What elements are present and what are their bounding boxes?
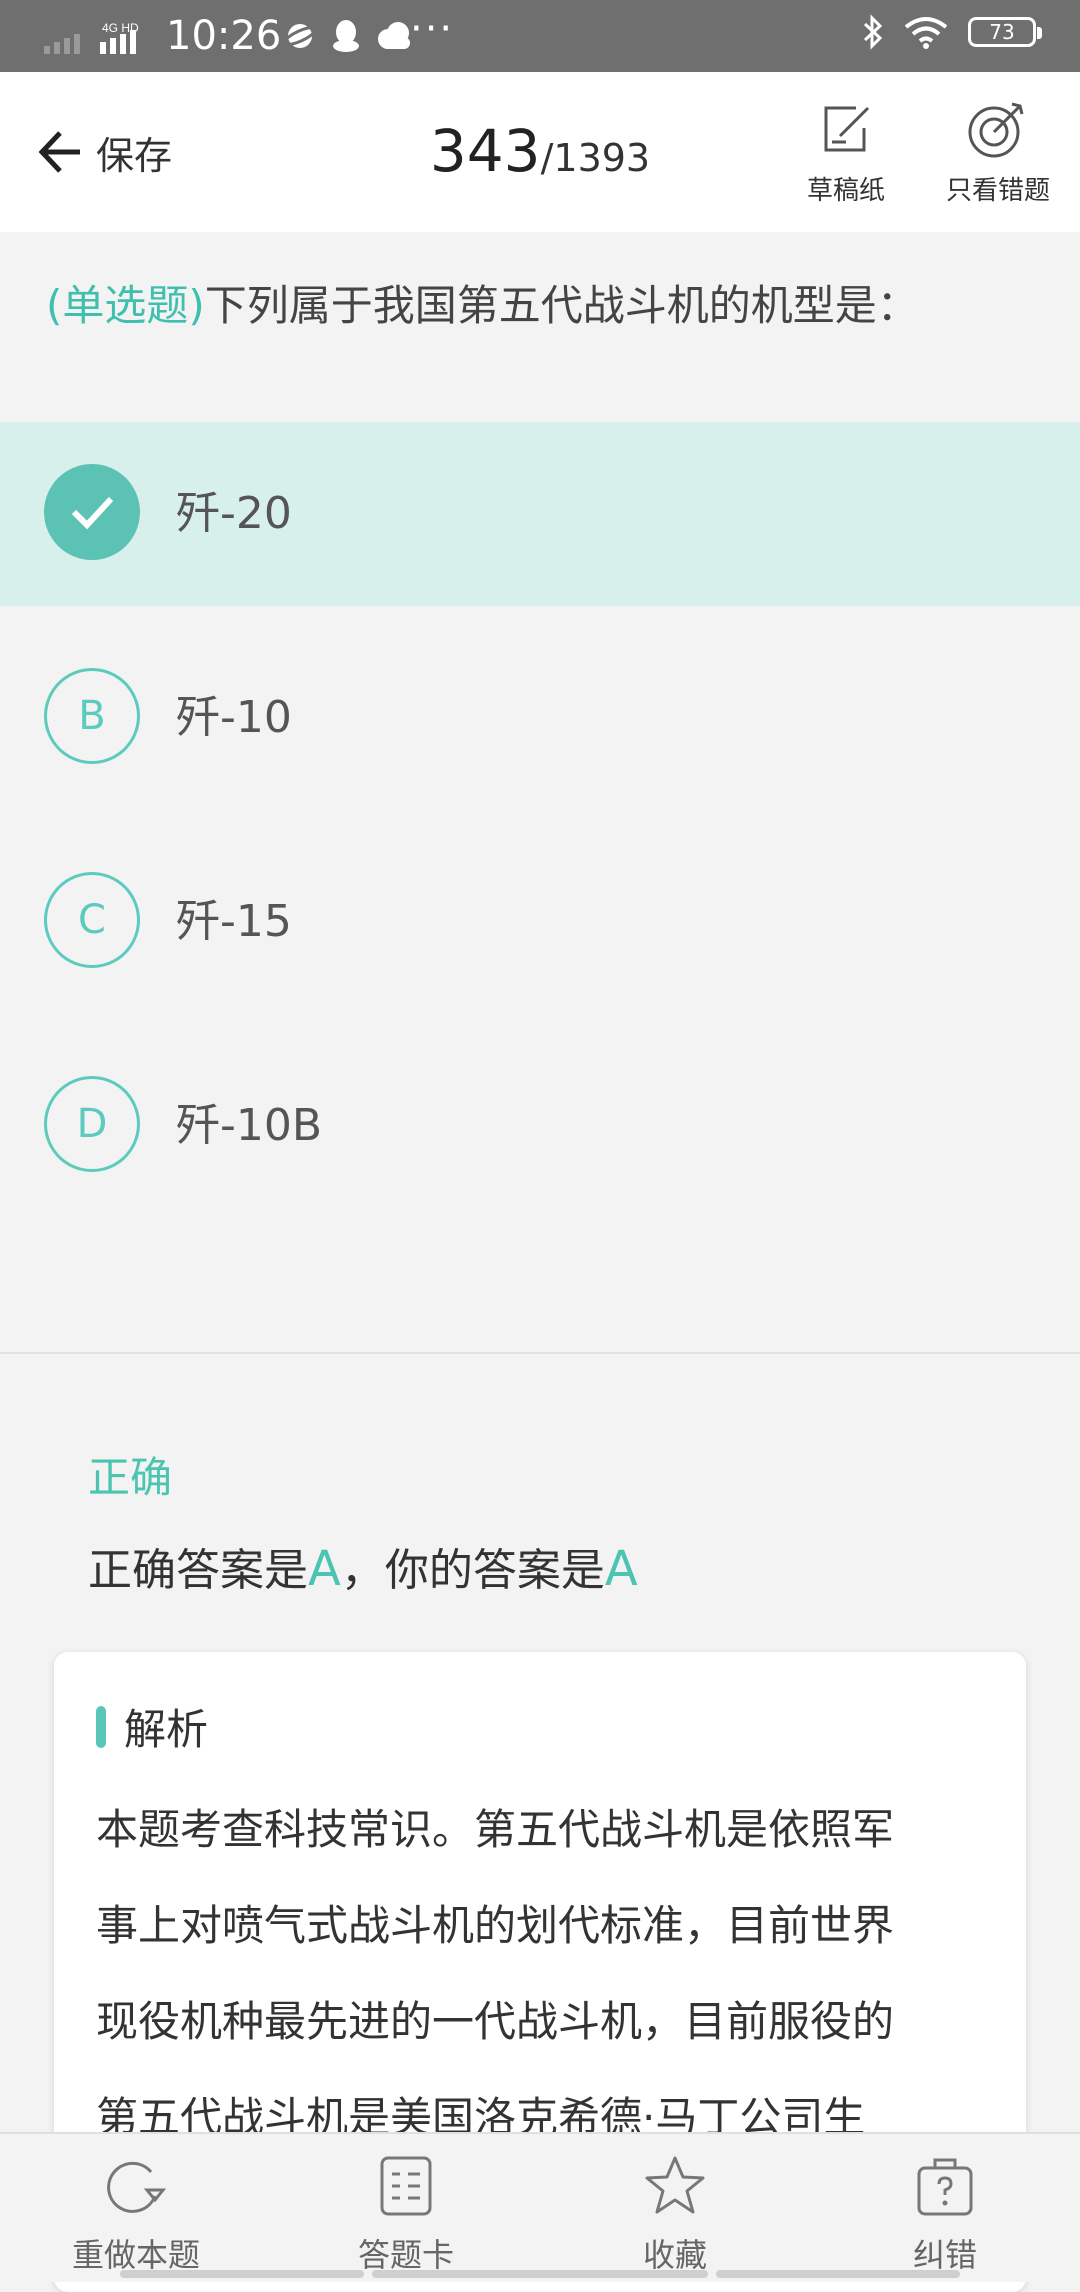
your-answer: A	[604, 1541, 638, 1597]
option-b-letter: B	[44, 668, 140, 764]
wifi-icon	[904, 17, 948, 49]
option-a[interactable]: 歼-20	[0, 422, 1080, 606]
option-c-text: 歼-15	[176, 896, 292, 947]
scroll-indicator	[716, 2270, 960, 2278]
battery-icon: 73	[968, 17, 1042, 47]
analysis-line: 本题考查科技常识。第五代战斗机是依照军	[96, 1805, 895, 1854]
analysis-title: 解析	[124, 1705, 209, 1754]
planet-icon	[282, 24, 318, 48]
progress-total: /1393	[540, 136, 651, 180]
option-d-text: 歼-10B	[176, 1100, 323, 1151]
option-d-letter: D	[44, 1076, 140, 1172]
redo-icon	[107, 2161, 167, 2213]
status-overflow: ···	[410, 6, 455, 52]
option-d[interactable]: D 歼-10B	[0, 1034, 1080, 1218]
progress-current: 343	[429, 117, 541, 185]
correct-answer-prefix: 正确答案是	[88, 1545, 308, 1596]
edit-icon	[824, 106, 870, 152]
analysis-accent-bar	[96, 1705, 106, 1748]
favorite-button[interactable]: 收藏	[565, 2154, 785, 2276]
answer-summary: 正确答案是A，你的答案是A	[88, 1534, 638, 1598]
question-type: (单选题)	[46, 281, 205, 330]
analysis-text: 本题考查科技常识。第五代战斗机是依照军 事上对喷气式战斗机的划代标准，目前世界 …	[96, 1782, 996, 2166]
star-icon	[645, 2156, 705, 2214]
analysis-line: 现役机种最先进的一代战斗机，目前服役的	[96, 1997, 895, 2046]
top-bar: 保存 343/1393 草稿纸 只看错题	[0, 72, 1080, 232]
report-error-button[interactable]: 纠错	[835, 2154, 1055, 2276]
scratch-paper-button[interactable]: 草稿纸	[776, 100, 916, 207]
bluetooth-icon	[863, 14, 883, 50]
option-c[interactable]: C 歼-15	[0, 830, 1080, 1014]
answer-card-button[interactable]: 答题卡	[296, 2154, 516, 2276]
redo-question-button[interactable]: 重做本题	[26, 2154, 246, 2276]
bottom-toolbar: 重做本题 答题卡 收藏 纠错	[0, 2132, 1080, 2282]
correct-answer: A	[308, 1541, 341, 1597]
scroll-indicator	[120, 2270, 364, 2278]
scratch-paper-label: 草稿纸	[806, 176, 885, 206]
battery-level: 73	[989, 20, 1015, 44]
target-icon	[968, 102, 1024, 158]
option-b-text: 歼-10	[176, 692, 292, 743]
question-text: (单选题)下列属于我国第五代战斗机的机型是：	[46, 276, 1046, 336]
option-b[interactable]: B 歼-10	[0, 626, 1080, 810]
analysis-line: 事上对喷气式战斗机的划代标准，目前世界	[96, 1901, 895, 1950]
status-bar: 4G HD 10:26 ··· 73	[0, 0, 1080, 72]
cloud-icon	[378, 22, 410, 49]
wrong-only-button[interactable]: 只看错题	[928, 100, 1068, 207]
report-error-icon	[917, 2158, 973, 2216]
your-answer-prefix: ，你的答案是	[340, 1545, 605, 1596]
answer-card-icon	[380, 2156, 432, 2216]
question-stem: 下列属于我国第五代战斗机的机型是：	[204, 281, 919, 330]
status-time: 10:26	[166, 13, 282, 59]
wrong-only-label: 只看错题	[945, 176, 1050, 206]
question-progress: 343/1393	[0, 117, 1080, 185]
option-c-letter: C	[44, 872, 140, 968]
signal-icon: 4G HD	[44, 21, 139, 54]
checkmark-icon	[44, 464, 140, 560]
divider	[0, 1352, 1080, 1354]
result-status: 正确	[88, 1453, 173, 1502]
scroll-indicator	[372, 2270, 708, 2278]
qq-icon	[333, 20, 359, 52]
option-a-text: 歼-20	[176, 488, 292, 539]
